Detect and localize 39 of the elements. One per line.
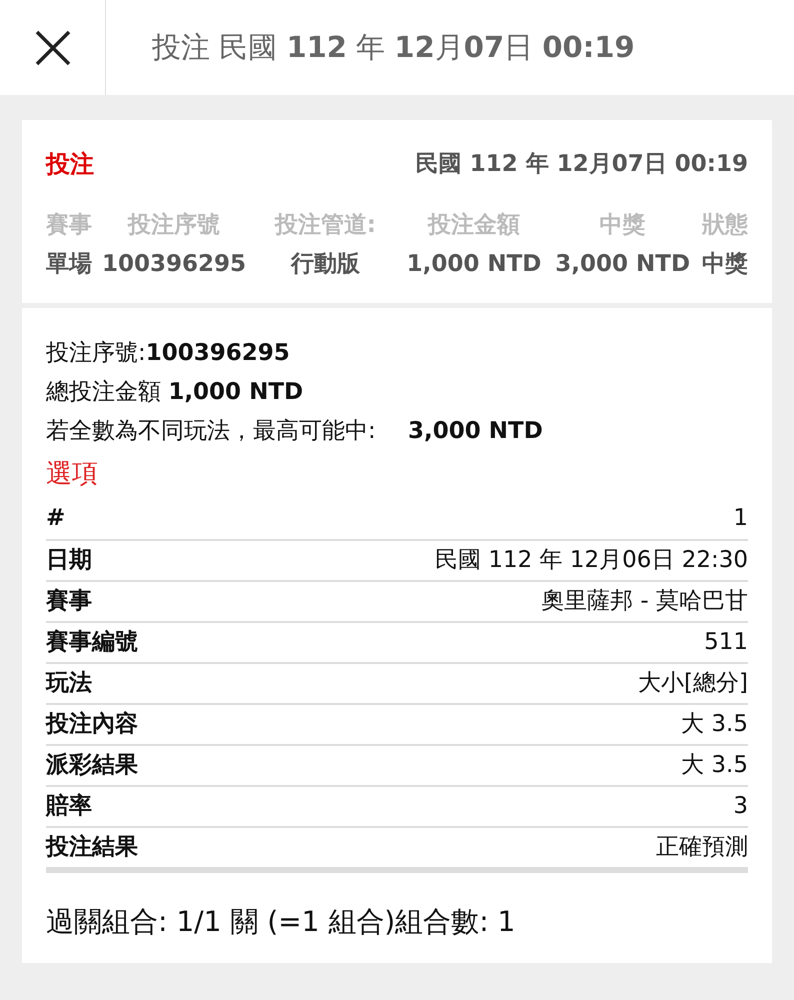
bet-date: 民國 112 年 12月07日 00:19 — [416, 150, 748, 179]
column-header: 中獎 — [598, 211, 647, 240]
detail-value: 3,000 NTD — [408, 417, 543, 446]
column-header: 投注序號 — [126, 211, 222, 240]
row-label: 賠率 — [46, 792, 92, 822]
table-cell-text: 行動版 — [290, 250, 361, 278]
row-label: 投注結果 — [46, 833, 138, 862]
table-cell-text: 100396295 — [102, 250, 246, 278]
table-cell-text: 中獎 — [702, 250, 748, 278]
row-value: 3 — [733, 792, 748, 822]
card-title: 投注 — [46, 149, 94, 180]
row-value: 民國 112 年 12月06日 22:30 — [435, 546, 748, 576]
column-header: 狀態 — [702, 211, 748, 240]
row-value: 1 — [733, 504, 748, 534]
row-label: 賽事編號 — [46, 628, 138, 658]
column-header: 投注金額 — [426, 211, 522, 240]
table-cell-text: 3,000 NTD — [554, 250, 692, 278]
table-cell-text: 單場 — [46, 250, 92, 278]
detail-line: 投注序號:100396295 — [46, 339, 291, 368]
column-header: 投注管道: — [273, 211, 377, 240]
row-label: # — [46, 504, 66, 534]
column-header: 賽事 — [46, 211, 92, 240]
row-value: 正確預測 — [656, 833, 748, 862]
row-value: 511 — [704, 628, 748, 658]
section-title: 選項 — [46, 458, 99, 491]
close-icon — [34, 30, 70, 66]
detail-label: 若全數為不同玩法，最高可能中: — [46, 417, 377, 446]
row-value: 奧里薩邦 - 莫哈巴甘 — [541, 587, 748, 616]
table-cell-text: 1,000 NTD — [406, 250, 542, 278]
row-value: 大 3.5 — [681, 710, 748, 740]
detail-line: 總投注金額 1,000 NTD — [46, 378, 304, 407]
row-label: 投注內容 — [46, 710, 138, 740]
row-value: 大小[總分] — [638, 669, 748, 698]
row-label: 日期 — [46, 546, 92, 576]
row-label: 賽事 — [46, 587, 92, 616]
row-value: 大 3.5 — [681, 751, 748, 780]
row-label: 玩法 — [46, 669, 92, 698]
row-label: 派彩結果 — [46, 751, 138, 780]
combination-summary: 過關組合: 1/1 關 (=1 組合)組合數: 1 — [46, 904, 516, 940]
